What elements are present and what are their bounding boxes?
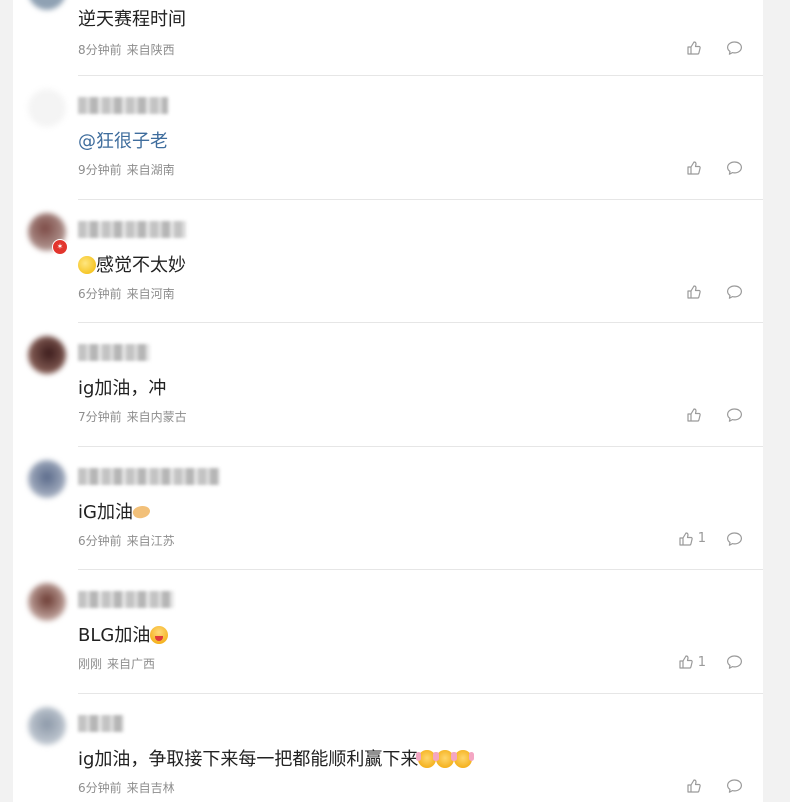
like-count: 1 bbox=[697, 654, 706, 670]
reply-button[interactable] bbox=[726, 407, 743, 423]
speech-bubble-icon bbox=[727, 41, 742, 55]
comment-meta: 7分钟前 来自内蒙古 bbox=[78, 408, 187, 425]
username-blurred[interactable] bbox=[78, 344, 150, 361]
comment-actions: 1 bbox=[678, 653, 743, 671]
like-button[interactable] bbox=[686, 407, 706, 423]
avatar[interactable] bbox=[28, 89, 66, 127]
comment-actions bbox=[686, 406, 743, 424]
like-button[interactable] bbox=[686, 284, 706, 300]
comment-meta: 6分钟前 来自江苏 bbox=[78, 532, 175, 549]
comment-location: 来自陕西 bbox=[126, 43, 175, 57]
reply-button[interactable] bbox=[726, 160, 743, 176]
comment-meta: 8分钟前 来自陕西 bbox=[78, 41, 175, 58]
speech-bubble-icon bbox=[727, 531, 742, 546]
comment-text: ig加油，争取接下来每一把都能顺利赢下来 bbox=[78, 745, 475, 771]
comment-time: 8分钟前 bbox=[78, 43, 122, 57]
comment-meta: 9分钟前 来自湖南 bbox=[78, 161, 175, 178]
flexed-biceps-emoji-icon bbox=[131, 502, 152, 521]
comment-location: 来自内蒙古 bbox=[126, 410, 187, 424]
username-blurred[interactable] bbox=[78, 467, 220, 485]
comment-meta: 6分钟前 来自河南 bbox=[78, 285, 175, 302]
comment-location: 来自吉林 bbox=[126, 780, 175, 795]
comment-actions bbox=[686, 159, 743, 177]
comment-item: ✶ 感觉不太妙 6分钟前 来自河南 bbox=[13, 200, 763, 323]
avatar[interactable] bbox=[28, 706, 66, 745]
comment-location: 来自湖南 bbox=[126, 163, 175, 177]
mention-link[interactable]: @狂很子老 bbox=[78, 127, 168, 153]
username-blurred[interactable] bbox=[78, 97, 168, 114]
comment-item: iG加油 6分钟前 来自江苏 1 bbox=[13, 447, 763, 570]
comment-time: 6分钟前 bbox=[78, 533, 122, 548]
thumbs-up-icon bbox=[679, 531, 693, 546]
cheering-emoji-icon bbox=[452, 749, 475, 768]
comment-text: BLG加油 bbox=[78, 621, 169, 647]
thumbs-up-icon bbox=[687, 778, 701, 793]
comment-time: 9分钟前 bbox=[78, 163, 122, 177]
comment-location: 来自河南 bbox=[126, 286, 175, 301]
comment-time: 7分钟前 bbox=[78, 410, 122, 424]
comment-location: 来自广西 bbox=[107, 657, 156, 671]
comment-time: 6分钟前 bbox=[78, 286, 122, 301]
username-blurred[interactable] bbox=[78, 220, 186, 238]
like-button[interactable] bbox=[686, 40, 706, 56]
thumbs-up-icon bbox=[687, 408, 701, 422]
like-button[interactable] bbox=[686, 160, 706, 176]
username-blurred[interactable] bbox=[78, 714, 124, 732]
comment-location: 来自江苏 bbox=[126, 533, 175, 548]
like-button[interactable] bbox=[686, 778, 706, 794]
username-blurred[interactable] bbox=[78, 591, 174, 608]
reply-button[interactable] bbox=[726, 284, 743, 300]
like-button[interactable]: 1 bbox=[678, 531, 706, 547]
comment-item: ig加油，争取接下来每一把都能顺利赢下来 6分钟前 来自吉林 bbox=[13, 694, 763, 802]
avatar[interactable] bbox=[28, 0, 66, 10]
avatar[interactable] bbox=[28, 583, 66, 621]
comment-item: ig加油，冲 7分钟前 来自内蒙古 bbox=[13, 323, 763, 447]
like-count: 1 bbox=[697, 531, 706, 546]
speech-bubble-icon bbox=[727, 161, 742, 175]
thinking-face-emoji-icon bbox=[78, 255, 96, 274]
thumbs-up-icon bbox=[687, 161, 701, 175]
reply-button[interactable] bbox=[726, 40, 743, 56]
reply-button[interactable] bbox=[726, 778, 743, 794]
speech-bubble-icon bbox=[727, 655, 742, 669]
grinning-face-emoji-icon bbox=[150, 626, 169, 644]
comment-item: BLG加油 刚刚 来自广西 1 bbox=[13, 570, 763, 694]
comment-text: 逆天赛程时间 bbox=[78, 9, 186, 30]
speech-bubble-icon bbox=[727, 778, 742, 793]
comment-text: ig加油，冲 bbox=[78, 378, 167, 399]
speech-bubble-icon bbox=[727, 408, 742, 422]
comment-actions bbox=[686, 777, 743, 795]
thumbs-up-icon bbox=[687, 41, 701, 55]
avatar[interactable] bbox=[28, 336, 66, 374]
comment-item: @狂很子老 9分钟前 来自湖南 bbox=[13, 76, 763, 200]
comment-time: 刚刚 bbox=[78, 657, 103, 671]
speech-bubble-icon bbox=[727, 284, 742, 299]
reply-button[interactable] bbox=[726, 531, 743, 547]
thumbs-up-icon bbox=[687, 284, 701, 299]
thumbs-up-icon bbox=[679, 655, 693, 669]
like-button[interactable]: 1 bbox=[678, 654, 706, 670]
comment-text: iG加油 bbox=[78, 498, 152, 524]
comment-list: 逆天赛程时间 8分钟前 来自陕西 @狂很子老 9分钟前 来自湖南 ✶ 感觉不太妙… bbox=[13, 0, 763, 802]
comment-text: 感觉不太妙 bbox=[78, 251, 186, 277]
comment-item: 逆天赛程时间 8分钟前 来自陕西 bbox=[13, 0, 763, 76]
verified-badge-icon: ✶ bbox=[52, 238, 68, 255]
comment-meta: 6分钟前 来自吉林 bbox=[78, 779, 175, 796]
comment-actions bbox=[686, 39, 743, 57]
reply-button[interactable] bbox=[726, 654, 743, 670]
comment-time: 6分钟前 bbox=[78, 780, 122, 795]
comment-actions bbox=[686, 283, 743, 301]
avatar[interactable] bbox=[28, 459, 66, 498]
comment-meta: 刚刚 来自广西 bbox=[78, 655, 155, 672]
comment-actions: 1 bbox=[678, 530, 743, 548]
